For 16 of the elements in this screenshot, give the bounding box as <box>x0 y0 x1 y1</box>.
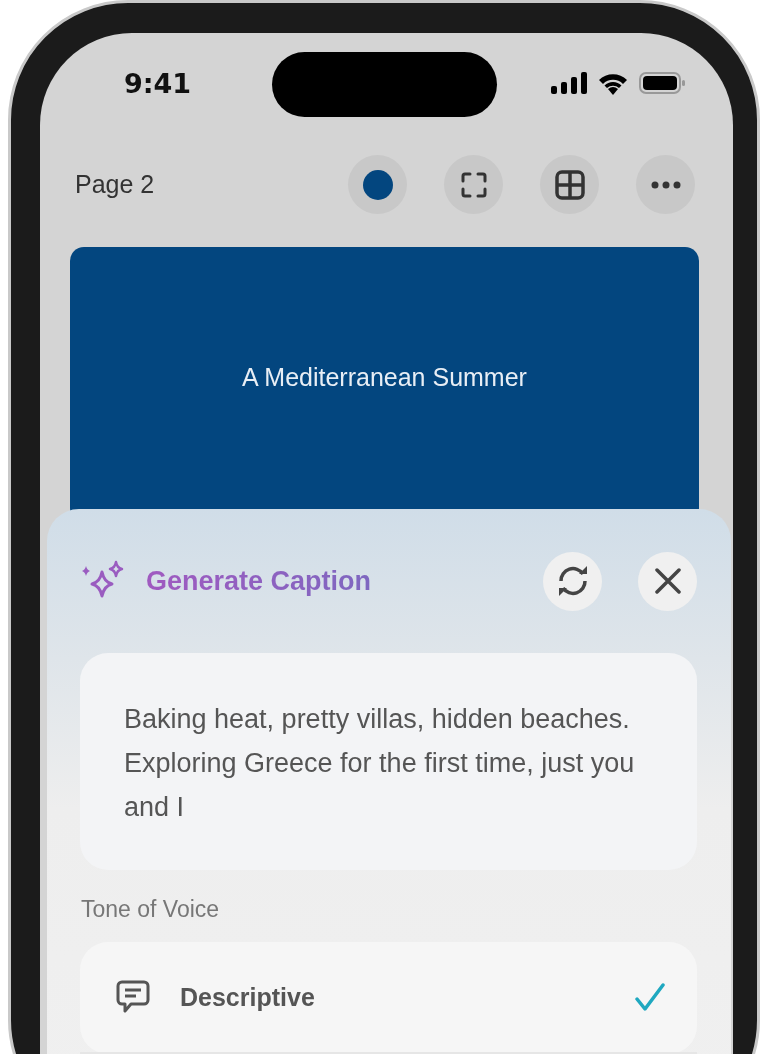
color-swatch-icon <box>362 169 393 200</box>
checkmark-icon <box>635 983 665 1011</box>
close-icon <box>654 568 681 594</box>
wifi-icon <box>597 71 629 95</box>
fullscreen-icon <box>460 171 487 198</box>
status-time: 9:41 <box>124 67 192 99</box>
tone-option[interactable]: Descriptive <box>80 942 697 1054</box>
signal-icon <box>551 72 587 94</box>
caption-text: Baking heat, pretty villas, hidden beaches. Exploring Greece for the first time, just you and I <box>124 703 636 824</box>
grid-icon <box>554 169 585 200</box>
section-label: Tone of Voice <box>81 896 221 924</box>
chat-icon <box>116 980 150 1014</box>
battery-icon <box>639 72 685 94</box>
design-title: A Mediterranean Summer <box>242 363 527 393</box>
more-icon <box>650 180 681 189</box>
page-title: Page 2 <box>75 170 155 199</box>
